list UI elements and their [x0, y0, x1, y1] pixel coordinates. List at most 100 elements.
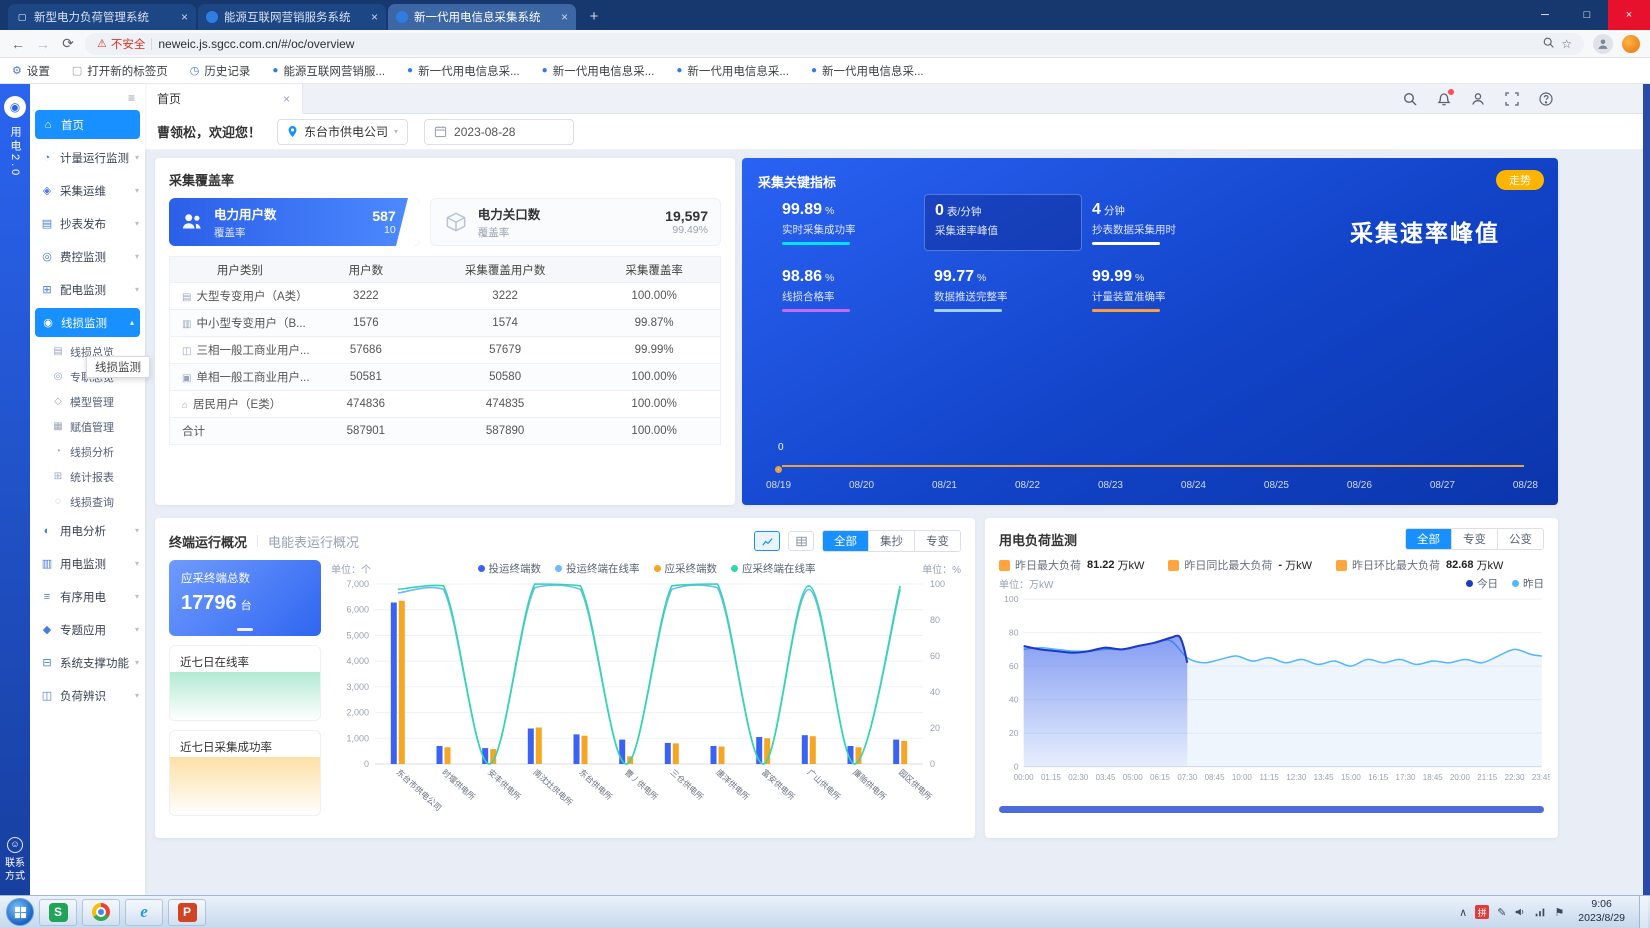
legend-dot [731, 565, 738, 572]
filter-option[interactable]: 公变 [1497, 529, 1543, 549]
chevron-down-icon: ▾ [135, 625, 139, 634]
scrollbar[interactable] [1643, 84, 1650, 895]
coverage-table: 用户类别用户数采集覆盖用户数采集覆盖率 ▤大型专变用户（A类）322232221… [169, 256, 721, 445]
start-button[interactable] [6, 898, 34, 926]
legend-item[interactable]: 昨日 [1512, 576, 1544, 591]
flag-icon[interactable]: ⚑ [1554, 906, 1564, 919]
zoom-icon[interactable] [1542, 36, 1555, 52]
bookmark-item[interactable]: ⚙设置 [12, 63, 50, 79]
bookmark-item[interactable]: ●新一代用电信息采... [542, 63, 655, 79]
filter-option[interactable]: 专变 [914, 531, 960, 551]
sidebar-item[interactable]: ◫负荷辨识▾ [30, 679, 145, 712]
taskbar-wps-icon[interactable]: S [39, 899, 77, 926]
network-icon[interactable] [1534, 906, 1546, 918]
page-tab-close-icon[interactable]: × [283, 92, 290, 106]
sidebar-item[interactable]: ▤抄表发布▾ [30, 207, 145, 240]
chevron-up-icon: ▴ [130, 318, 134, 327]
taskbar-clock[interactable]: 9:06 2023/8/29 [1578, 898, 1625, 925]
svg-text:3,000: 3,000 [346, 682, 369, 692]
show-desktop-button[interactable] [1639, 896, 1648, 928]
filter-option[interactable]: 全部 [1406, 529, 1451, 549]
panel-tab[interactable]: 电能表运行概况 [268, 532, 359, 551]
pen-icon[interactable]: ✎ [1497, 906, 1506, 919]
svg-text:4,000: 4,000 [346, 656, 369, 666]
sidebar-item[interactable]: ⊞配电监测▾ [30, 273, 145, 306]
sidebar-item[interactable]: ⌂首页 [35, 110, 140, 139]
sidebar-item[interactable]: ◆专题应用▾ [30, 613, 145, 646]
sidebar-subitem[interactable]: ◔线损分析 [30, 439, 145, 464]
user-icon[interactable] [1470, 91, 1486, 107]
sidebar-subitem[interactable]: ▦赋值管理 [30, 414, 145, 439]
bookmark-item[interactable]: ▢打开新的标签页 [72, 63, 168, 79]
org-select[interactable]: 东台市供电公司 ▾ [277, 119, 408, 145]
sidebar-collapse-icon[interactable]: ≡ [128, 91, 135, 105]
taskbar-chrome-icon[interactable] [82, 899, 120, 926]
legend-item[interactable]: 投运终端在线率 [555, 561, 640, 576]
svg-text:5,000: 5,000 [346, 630, 369, 640]
app-logo-text: 用电2.0 [7, 126, 23, 178]
new-tab-button[interactable]: + [582, 4, 606, 28]
sidebar-item[interactable]: ◉线损监测▴ [35, 308, 140, 337]
panel-tab[interactable]: 终端运行概况 [169, 532, 247, 551]
bookmark-star-icon[interactable]: ☆ [1561, 37, 1572, 51]
minimize-button[interactable]: ─ [1524, 0, 1566, 30]
fullscreen-icon[interactable] [1504, 91, 1520, 107]
sidebar-item[interactable]: ◎费控监测▾ [30, 240, 145, 273]
bell-icon[interactable] [1436, 91, 1452, 107]
tab-close-icon[interactable]: × [181, 10, 188, 24]
sidebar-item[interactable]: ◈采集运维▾ [30, 174, 145, 207]
sidebar-subitem[interactable]: ⊞统计报表 [30, 464, 145, 489]
sidebar-item[interactable]: ◔计量运行监测▾ [30, 141, 145, 174]
legend-item[interactable]: 应采终端数 [654, 561, 718, 576]
browser-update-icon[interactable] [1622, 35, 1640, 53]
back-icon[interactable]: ← [10, 36, 26, 52]
tab-close-icon[interactable]: × [371, 10, 378, 24]
date-picker[interactable]: 2023-08-28 [424, 119, 574, 145]
sidebar-item[interactable]: ▥用电监测▾ [30, 547, 145, 580]
sidebar-item[interactable]: ◐用电分析▾ [30, 514, 145, 547]
sidebar-item[interactable]: ≡有序用电▾ [30, 580, 145, 613]
datazoom-slider[interactable] [999, 806, 1544, 813]
bookmark-item[interactable]: ●新一代用电信息采... [407, 63, 520, 79]
maximize-button[interactable]: □ [1566, 0, 1608, 30]
browser-tab[interactable]: 能源互联网营销服务系统× [198, 4, 386, 30]
browser-tab[interactable]: 新一代用电信息采集系统× [388, 4, 576, 30]
sidebar-item[interactable]: ⊟系统支撑功能▾ [30, 646, 145, 679]
bookmarks-bar: ⚙设置 ▢打开新的标签页 ◷历史记录 ●能源互联网营销服... ●新一代用电信息采...… [0, 58, 1650, 84]
legend-item[interactable]: 今日 [1466, 576, 1498, 591]
volume-icon[interactable] [1514, 906, 1526, 918]
chevron-down-icon: ▾ [135, 285, 139, 294]
filter-option[interactable]: 集抄 [868, 531, 914, 551]
taskbar-ppt-icon[interactable]: P [168, 899, 206, 926]
security-chip[interactable]: ⚠不安全 [97, 36, 145, 52]
window-controls: ─ □ × [1524, 0, 1650, 30]
browser-tab[interactable]: ▢新型电力负荷管理系统× [8, 4, 196, 30]
browser-profile-icon[interactable] [1593, 34, 1613, 54]
legend-item[interactable]: 投运终端数 [478, 561, 542, 576]
bookmark-item[interactable]: ●新一代用电信息采... [811, 63, 924, 79]
close-button[interactable]: × [1608, 0, 1650, 30]
bookmark-item[interactable]: ●能源互联网营销服... [272, 63, 385, 79]
bookmark-item[interactable]: ◷历史记录 [190, 63, 251, 79]
tab-close-icon[interactable]: × [561, 10, 568, 24]
search-icon[interactable] [1402, 91, 1418, 107]
page-tab-home[interactable]: 首页 × [145, 84, 303, 114]
trend-button[interactable]: 走势 [1496, 170, 1544, 190]
reload-icon[interactable]: ⟳ [60, 35, 76, 52]
sidebar-subitem[interactable]: ◇模型管理 [30, 389, 145, 414]
taskbar-ie-icon[interactable]: e [125, 899, 163, 926]
timeline-date-label: 08/19 [766, 480, 791, 491]
table-view-button[interactable] [788, 531, 814, 551]
filter-option[interactable]: 专变 [1451, 529, 1497, 549]
tray-expand-icon[interactable]: ∧ [1459, 906, 1467, 919]
bookmark-item[interactable]: ●新一代用电信息采... [676, 63, 789, 79]
input-method-icon[interactable]: 拼 [1475, 905, 1489, 919]
address-bar[interactable]: ⚠不安全 neweic.js.sgcc.com.cn/#/oc/overview… [85, 33, 1584, 55]
forward-icon[interactable]: → [35, 36, 51, 52]
sidebar-subitem[interactable]: ◌线损查询 [30, 489, 145, 514]
legend-item[interactable]: 应采终端在线率 [731, 561, 816, 576]
filter-option[interactable]: 全部 [823, 531, 868, 551]
contact-block[interactable]: ☺ 联系 方式 [5, 837, 25, 883]
chart-view-button[interactable] [754, 531, 780, 551]
help-icon[interactable] [1538, 91, 1554, 107]
